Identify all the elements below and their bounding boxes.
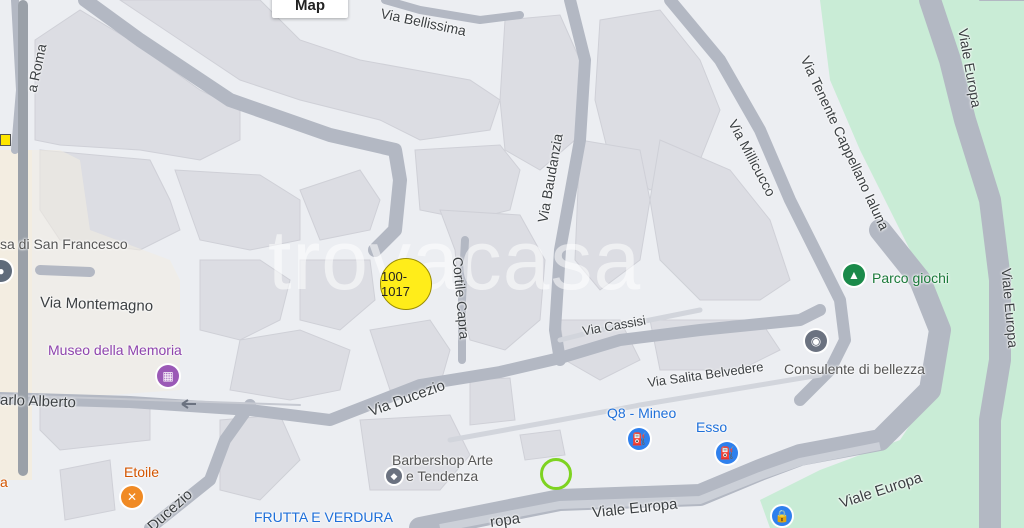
poi-parco-giochi[interactable]: Parco giochi [872, 270, 949, 286]
street-europa-fragment: ropa [488, 509, 522, 528]
poi-san-francesco[interactable]: sa di San Francesco [0, 236, 128, 252]
museum-pin-icon[interactable]: ▦ [157, 365, 179, 387]
map-tab[interactable]: Map [272, 0, 348, 18]
tree-pin-icon[interactable]: ▲ [843, 264, 865, 286]
poi-museo-della-memoria[interactable]: Museo della Memoria [48, 342, 182, 358]
beauty-pin-icon[interactable]: ◉ [805, 330, 827, 352]
restaurant-pin-icon[interactable]: ✕ [121, 486, 143, 508]
marker-label: 100-1017 [381, 269, 410, 299]
poi-frutta-e-verdura[interactable]: FRUTTA E VERDURA [254, 509, 393, 525]
lock-pin-icon[interactable]: 🔒 [772, 506, 792, 526]
yellow-tag-icon [0, 134, 11, 146]
fuel-pin-icon[interactable]: ⛽ [628, 428, 650, 450]
poi-q8-mineo[interactable]: Q8 - Mineo [607, 405, 676, 421]
street-carlo-alberto: arlo Alberto [0, 391, 77, 412]
poi-barbershop-line1[interactable]: Barbershop Arte [392, 452, 493, 468]
poi-consulente-di-bellezza[interactable]: Consulente di bellezza [784, 361, 925, 377]
poi-etoile[interactable]: Etoile [124, 464, 159, 480]
map-tab-label: Map [295, 0, 325, 14]
fuel-pin-icon-2[interactable]: ⛽ [716, 442, 738, 464]
listing-cluster-marker[interactable]: 100-1017 [380, 258, 432, 310]
map-canvas[interactable]: Map trovacasa Via Bellissima Via Baudanz… [0, 0, 1024, 528]
poi-barbershop-line2[interactable]: e Tendenza [406, 468, 478, 484]
poi-left-edge: a [0, 474, 8, 490]
barber-pin-icon[interactable]: ◆ [386, 468, 402, 484]
location-ring-marker[interactable] [540, 458, 572, 490]
poi-esso[interactable]: Esso [696, 419, 727, 435]
